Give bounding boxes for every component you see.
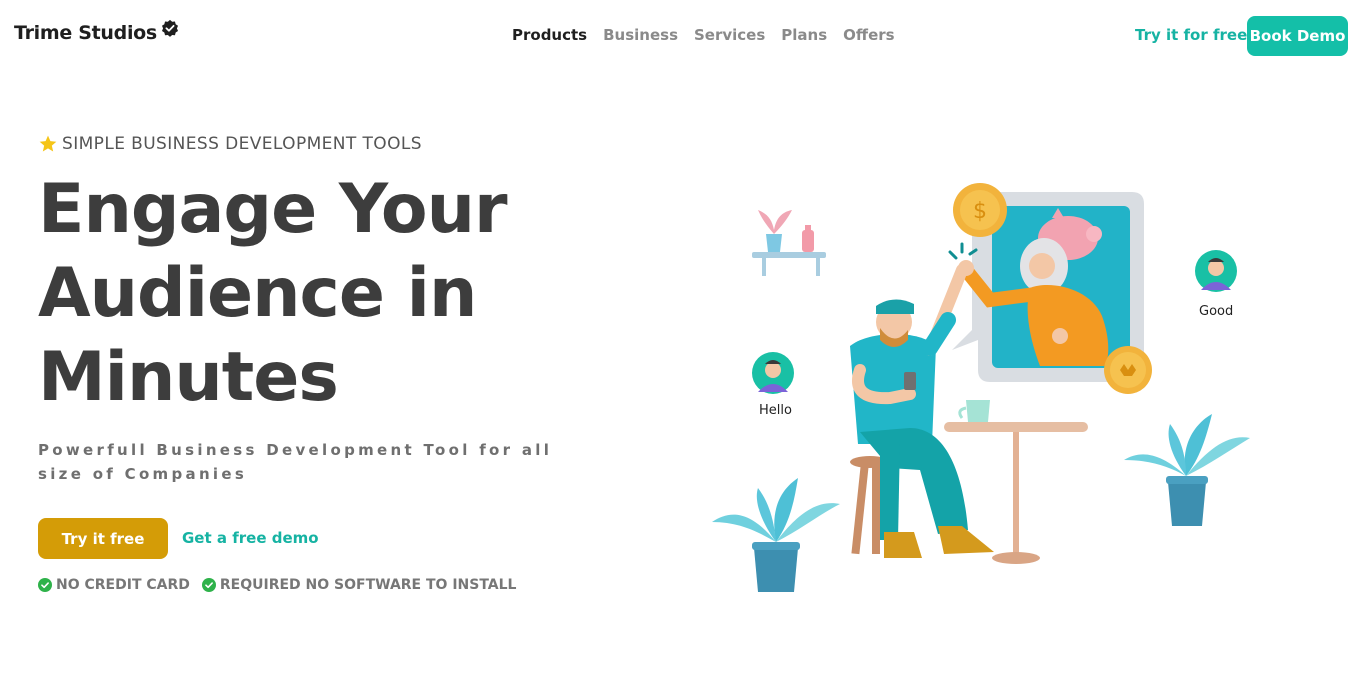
nav-item-plans[interactable]: Plans — [781, 26, 827, 44]
check-circle-icon — [38, 578, 52, 592]
get-free-demo-link[interactable]: Get a free demo — [182, 529, 319, 547]
hero-eyebrow: SIMPLE BUSINESS DEVELOPMENT TOOLS — [38, 134, 422, 154]
check-label: REQUIRED NO SOFTWARE TO INSTALL — [219, 577, 517, 593]
svg-text:$: $ — [973, 199, 987, 224]
plant-left — [712, 478, 840, 592]
nav-item-offers[interactable]: Offers — [843, 26, 894, 44]
avatar-hello — [752, 352, 794, 394]
hero-subtitle: Powerfull Business Development Tool for … — [38, 441, 553, 483]
try-it-free-button[interactable]: Try it free — [38, 518, 168, 559]
hero-illustration: $ Hello Good — [700, 170, 1260, 600]
avatar-label-hello: Hello — [759, 403, 792, 418]
feature-checks: NO CREDIT CARD REQUIRED NO SOFTWARE TO I… — [38, 577, 516, 593]
check-item: NO CREDIT CARD — [38, 577, 190, 593]
headline-line-1: Engage Your — [38, 170, 508, 249]
wall-shelf — [752, 210, 826, 276]
avatar-label-good: Good — [1199, 304, 1234, 319]
top-navbar: Trime Studios Products Business Services… — [0, 0, 1361, 70]
try-for-free-link[interactable]: Try it for free — [1135, 26, 1247, 44]
brand-logo[interactable]: Trime Studios — [14, 19, 179, 44]
headline-line-3: Minutes — [38, 338, 339, 417]
main-menu: Products Business Services Plans Offers — [512, 26, 895, 44]
nav-item-products[interactable]: Products — [512, 26, 587, 44]
check-item: REQUIRED NO SOFTWARE TO INSTALL — [201, 577, 517, 593]
book-demo-button[interactable]: Book Demo — [1247, 16, 1348, 56]
verified-badge-icon — [161, 19, 178, 37]
nav-item-business[interactable]: Business — [603, 26, 678, 44]
nav-item-services[interactable]: Services — [694, 26, 765, 44]
check-circle-icon — [201, 578, 216, 592]
star-icon — [39, 135, 57, 152]
brand-name: Trime Studios — [14, 22, 157, 44]
avatar-good — [1195, 250, 1237, 292]
plant-right — [1124, 414, 1250, 526]
illustration-svg: $ — [712, 183, 1250, 592]
eyebrow-text: SIMPLE BUSINESS DEVELOPMENT TOOLS — [62, 134, 422, 154]
headline-line-2: Audience in — [38, 254, 477, 333]
check-label: NO CREDIT CARD — [56, 577, 190, 593]
hero-headline: Engage Your Audience in Minutes — [38, 168, 598, 420]
